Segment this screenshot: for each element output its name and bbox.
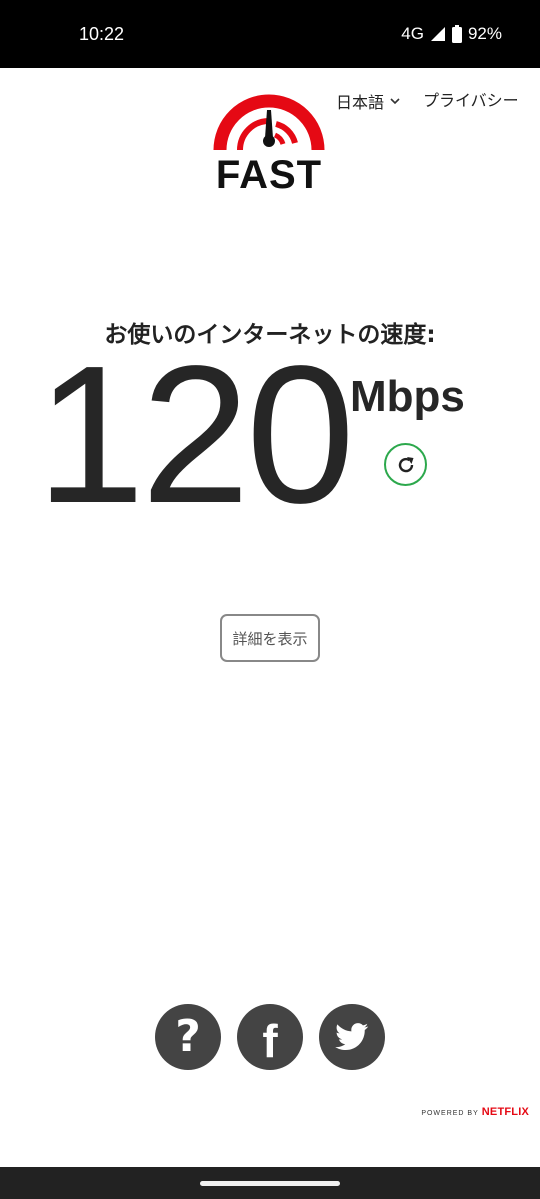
battery-level: 92% [467, 24, 502, 43]
network-type: 4G [401, 24, 424, 43]
privacy-link[interactable]: プライバシー [423, 89, 519, 113]
navigation-bar [0, 1167, 540, 1199]
powered-by-netflix[interactable]: POWERED BY NETFLIX [421, 1106, 529, 1118]
help-button[interactable]: ? [155, 1004, 221, 1070]
status-indicators: 4G 92% [395, 22, 502, 46]
twitter-share-button[interactable] [319, 1004, 385, 1070]
powered-by-label: POWERED BY [421, 1110, 479, 1117]
fast-logo[interactable]: FAST [208, 88, 330, 197]
netflix-brand: NETFLIX [481, 1106, 529, 1118]
language-label: 日本語 [336, 93, 385, 112]
battery-icon [451, 25, 462, 43]
signal-icon [430, 26, 446, 42]
refresh-icon [398, 456, 413, 472]
question-icon: ? [175, 1011, 201, 1062]
refresh-button[interactable] [384, 443, 427, 486]
status-bar: 10:22 4G 92% [0, 0, 540, 68]
speed-unit: Mbps [350, 372, 465, 421]
facebook-icon: f [262, 1015, 278, 1067]
twitter-icon [335, 1023, 369, 1051]
show-details-button[interactable]: 詳細を表示 [220, 614, 320, 662]
status-time: 10:22 [79, 24, 125, 44]
language-select[interactable]: 日本語 [336, 89, 400, 113]
speed-value: 120 [36, 325, 355, 544]
home-gesture-handle[interactable] [200, 1181, 340, 1186]
logo-text: FAST [216, 153, 322, 192]
facebook-share-button[interactable]: f [237, 1004, 303, 1070]
chevron-down-icon [390, 98, 400, 105]
